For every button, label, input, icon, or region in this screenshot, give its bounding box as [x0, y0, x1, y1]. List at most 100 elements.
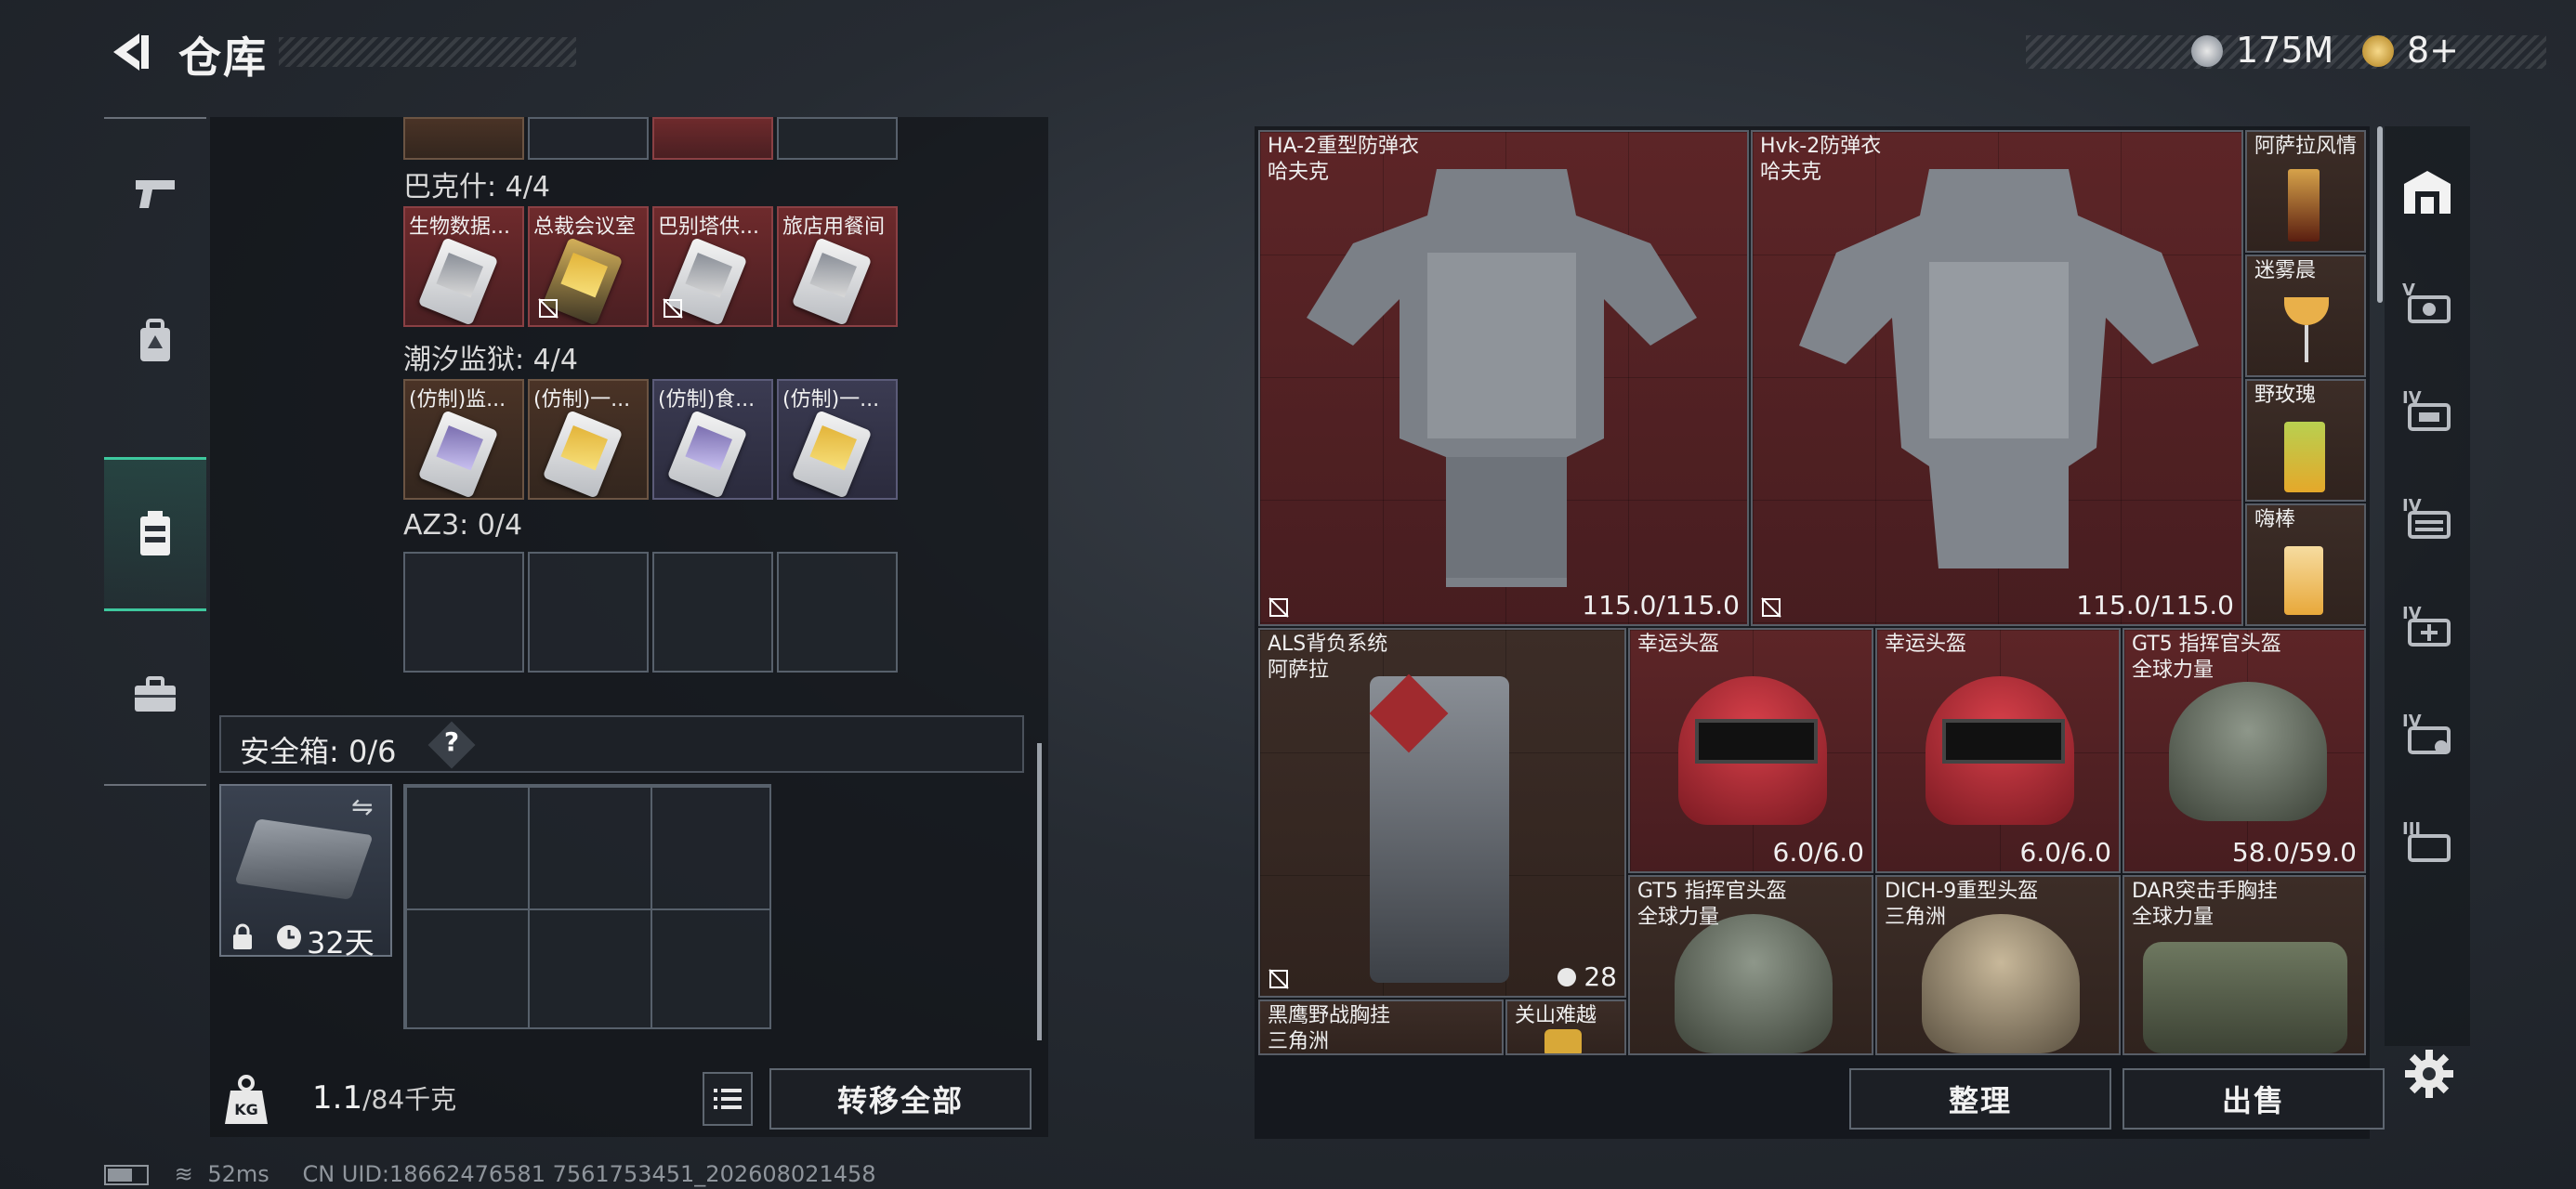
chest-rig-image	[2143, 942, 2347, 1053]
drink-image	[2284, 422, 2325, 492]
stash-tab-home[interactable]	[2385, 147, 2470, 240]
keycard-slot[interactable]: 总裁会议室	[528, 206, 649, 327]
tier-5-icon: V	[2402, 281, 2451, 323]
user-uid: CN UID:18662476581 7561753451_2026080214…	[302, 1161, 876, 1187]
no-trade-icon	[1268, 597, 1289, 618]
stash-tab-iv-c[interactable]: IV	[2385, 580, 2470, 673]
keycard-name: 总裁会议室	[533, 216, 637, 239]
section-label-tidal-prison: 潮汐监狱: 4/4	[403, 344, 578, 376]
drink-image	[2284, 297, 2329, 325]
inventory-grid: HA-2重型防弹衣 哈夫克 115.0/115.0 Hvk-2防弹衣 哈夫克 115…	[1258, 130, 2366, 1055]
stash-tab-iii[interactable]: III	[2385, 795, 2470, 888]
storage-slot[interactable]	[528, 117, 649, 160]
item-helmet-lucky[interactable]: 幸运头盔 6.0/6.0	[1628, 628, 1873, 873]
back-arrow-icon[interactable]	[104, 28, 152, 76]
item-drink[interactable]: 迷雾晨	[2245, 255, 2366, 377]
item-drink[interactable]: 嗨棒	[2245, 503, 2366, 626]
gold-coin-icon	[2362, 35, 2394, 67]
keycard-slot[interactable]: (仿制)监...	[403, 379, 524, 500]
storage-slot[interactable]	[652, 117, 773, 160]
safe-box-item[interactable]: ⇋ 32天	[219, 784, 392, 960]
sell-button[interactable]: 出售	[2123, 1068, 2385, 1130]
transfer-all-button[interactable]: 转移全部	[769, 1068, 1032, 1130]
item-name: DICH-9重型头盔 三角洲	[1885, 880, 2039, 929]
list-icon	[714, 1089, 742, 1109]
tier-4-stack-icon: IV	[2402, 496, 2451, 539]
armor-vest-image	[1799, 169, 2199, 568]
settings-gear-icon[interactable]	[2403, 1048, 2455, 1100]
keycard-name: (仿制)一...	[782, 388, 880, 412]
nav-equipment[interactable]	[104, 268, 206, 416]
item-armor-hvk2[interactable]: Hvk-2防弹衣 哈夫克 115.0/115.0	[1751, 130, 2243, 626]
swap-icon[interactable]: ⇋	[351, 791, 373, 822]
safe-case-image	[234, 818, 374, 900]
no-trade-icon	[1761, 597, 1781, 618]
keycard-slot[interactable]: 旅店用餐间	[777, 206, 898, 327]
tier-4-add-icon: IV	[2402, 604, 2451, 647]
empty-slot[interactable]	[528, 552, 649, 673]
keycard-slot[interactable]: (仿制)一...	[777, 379, 898, 500]
gold-currency-value[interactable]: 8+	[2407, 30, 2459, 71]
item-helmet-dich9[interactable]: DICH-9重型头盔 三角洲	[1875, 875, 2121, 1055]
svg-text:KG: KG	[234, 1101, 258, 1118]
keycard-image	[417, 237, 499, 325]
stash-tab-iv-d[interactable]: IV	[2385, 687, 2470, 780]
item-backpack-als[interactable]: ALS背负系统 阿萨拉 28	[1258, 628, 1626, 998]
empty-slot[interactable]	[777, 552, 898, 673]
item-name: 幸运头盔	[1885, 633, 1967, 656]
keycard-slot[interactable]: 巴别塔供...	[652, 206, 773, 327]
storage-scrollbar[interactable]	[1037, 743, 1042, 1040]
tier-4-ticket-icon: IV	[2402, 712, 2451, 754]
item-chest-rig-dar[interactable]: DAR突击手胸挂 全球力量	[2123, 875, 2366, 1055]
storage-slot[interactable]	[403, 117, 524, 160]
safe-box-grid[interactable]	[403, 784, 771, 1029]
backpack-icon	[140, 319, 170, 361]
sort-button[interactable]: 整理	[1849, 1068, 2111, 1130]
section-label-bakshi: 巴克什: 4/4	[403, 171, 550, 203]
item-armor-ha2[interactable]: HA-2重型防弹衣 哈夫克 115.0/115.0	[1258, 130, 1749, 626]
storage-slot[interactable]	[777, 117, 898, 160]
stash-tab-v[interactable]: V	[2385, 256, 2470, 349]
section-label-az3: AZ3: 0/4	[403, 509, 523, 542]
help-icon[interactable]: ?	[442, 726, 461, 757]
keycard-name: (仿制)一...	[533, 388, 631, 412]
item-helmet-lucky[interactable]: 幸运头盔 6.0/6.0	[1875, 628, 2121, 873]
item-helmet-gt5[interactable]: GT5 指挥官头盔 全球力量 58.0/59.0	[2123, 628, 2366, 873]
days-remaining: 32天	[307, 925, 375, 960]
keycard-name: 旅店用餐间	[782, 216, 886, 239]
stash-tab-iv-a[interactable]: IV	[2385, 364, 2470, 457]
keycard-row-bakshi: 生物数据... 总裁会议室 巴别塔供... 旅店用餐间	[403, 206, 898, 327]
item-name: 关山难越	[1515, 1004, 1597, 1027]
item-drink[interactable]: 阿萨拉风情	[2245, 130, 2366, 253]
nav-containers[interactable]	[104, 457, 206, 611]
item-chest-rig-blackhawk[interactable]: 黑鹰野战胸挂 三角洲	[1258, 1000, 1504, 1055]
helmet-image	[2169, 682, 2327, 821]
helmet-image	[1922, 914, 2080, 1053]
item-key[interactable]: 关山难越	[1505, 1000, 1626, 1055]
key-image	[1544, 1029, 1582, 1053]
silver-coin-icon	[2191, 35, 2223, 67]
keycard-slot[interactable]: (仿制)食...	[652, 379, 773, 500]
inventory-scrollbar[interactable]	[2377, 126, 2383, 303]
empty-slot[interactable]	[403, 552, 524, 673]
container-icon	[140, 511, 170, 555]
item-durability: 6.0/6.0	[1772, 837, 1865, 868]
keycard-image	[542, 410, 624, 498]
title-decoration	[279, 37, 576, 67]
item-name: 迷雾晨	[2254, 259, 2317, 282]
briefcase-icon	[135, 676, 176, 712]
nav-weapons[interactable]	[104, 119, 206, 268]
capacity-icon	[1557, 968, 1576, 986]
stash-tab-iv-b[interactable]: IV	[2385, 472, 2470, 565]
keycard-image	[417, 410, 499, 498]
item-drink[interactable]: 野玫瑰	[2245, 379, 2366, 502]
list-view-button[interactable]	[703, 1072, 753, 1126]
keycard-slot[interactable]: (仿制)一...	[528, 379, 649, 500]
nav-misc[interactable]	[104, 621, 206, 769]
weight-icon: KG	[225, 1075, 268, 1124]
no-trade-icon	[538, 298, 559, 319]
item-helmet-gt5[interactable]: GT5 指挥官头盔 全球力量	[1628, 875, 1873, 1055]
empty-slot[interactable]	[652, 552, 773, 673]
item-name: 幸运头盔	[1637, 633, 1720, 656]
keycard-slot[interactable]: 生物数据...	[403, 206, 524, 327]
